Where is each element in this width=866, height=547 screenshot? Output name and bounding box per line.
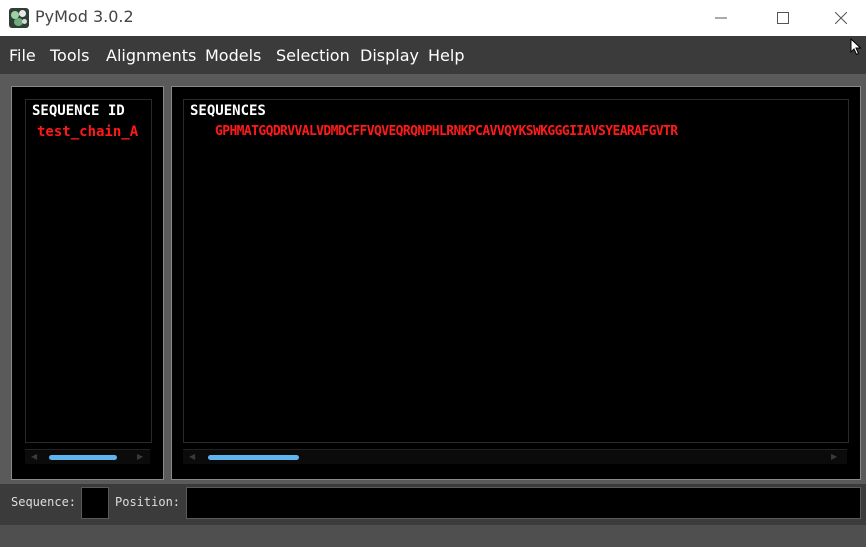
minimize-button[interactable] (692, 0, 750, 36)
sequences-header: SEQUENCES (190, 103, 266, 119)
sequences-scroll-thumb[interactable] (208, 455, 299, 460)
maximize-button[interactable] (754, 0, 812, 36)
sequence-id-scroll-thumb[interactable] (49, 455, 117, 460)
menu-display[interactable]: Display (360, 46, 419, 65)
menu-help[interactable]: Help (428, 46, 464, 65)
pymod-app-icon (9, 8, 29, 28)
menu-tools[interactable]: Tools (50, 46, 89, 65)
scroll-right-icon[interactable]: ▶ (137, 452, 143, 461)
scroll-left-icon[interactable]: ◀ (189, 452, 195, 461)
menu-selection[interactable]: Selection (276, 46, 350, 65)
sequence-id-header: SEQUENCE ID (32, 103, 125, 119)
close-icon (835, 12, 847, 24)
scroll-right-icon[interactable]: ▶ (831, 452, 837, 461)
status-bar: Sequence: Position: (0, 484, 866, 525)
menu-file[interactable]: File (9, 46, 36, 65)
maximize-icon (777, 12, 789, 24)
menu-alignments[interactable]: Alignments (106, 46, 196, 65)
position-field[interactable] (186, 487, 861, 519)
title-bar: PyMod 3.0.2 (0, 0, 866, 36)
bottom-strip (0, 525, 866, 547)
sequence-id-frame (25, 99, 152, 443)
sequence-id-panel: SEQUENCE ID test_chain_A ◀ ▶ (11, 86, 164, 480)
menu-bar: File Tools Alignments Models Selection D… (0, 36, 866, 74)
sequence-id-entry[interactable]: test_chain_A (37, 124, 150, 140)
sequence-id-scrollbar[interactable]: ◀ ▶ (25, 449, 150, 464)
close-button[interactable] (812, 0, 866, 36)
sequence-label: Sequence: (11, 495, 77, 509)
sequences-panel: SEQUENCES GPHMATGQDRVVALVDMDCFFVQVEQRQNP… (171, 86, 861, 480)
window-title: PyMod 3.0.2 (35, 7, 134, 26)
position-label: Position: (115, 495, 181, 509)
scroll-left-icon[interactable]: ◀ (31, 452, 37, 461)
mouse-cursor-icon (850, 38, 862, 56)
sequences-scrollbar[interactable]: ◀ ▶ (183, 449, 847, 464)
menu-models[interactable]: Models (205, 46, 261, 65)
sequences-frame (183, 99, 849, 443)
minimize-icon (715, 17, 727, 19)
sequence-row[interactable]: GPHMATGQDRVVALVDMDCFFVQVEQRQNPHLRNKPCAVV… (215, 124, 849, 139)
sequence-field[interactable] (81, 487, 109, 519)
